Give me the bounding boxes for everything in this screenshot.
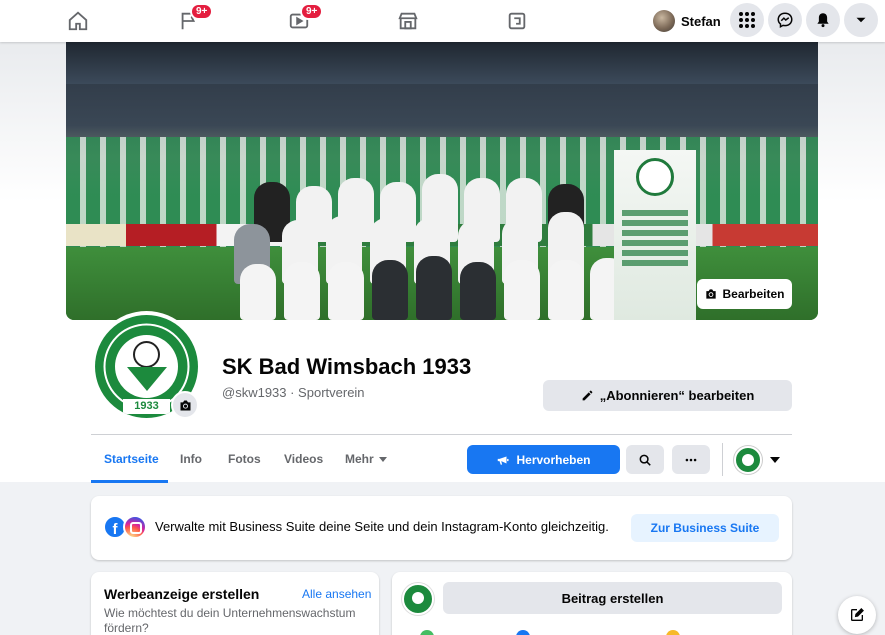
tab-info[interactable]: Info xyxy=(180,452,202,466)
feeling-icon[interactable] xyxy=(666,630,680,635)
edit-follow-label: „Abonnieren“ bearbeiten xyxy=(599,388,755,403)
pencil-icon xyxy=(582,390,593,401)
football-icon xyxy=(133,341,160,368)
tab-photos[interactable]: Fotos xyxy=(228,452,261,466)
more-dots-icon xyxy=(685,458,697,461)
menu-grid-icon[interactable] xyxy=(730,3,764,37)
search-page-button[interactable] xyxy=(626,445,664,474)
notification-badge: 9+ xyxy=(190,3,214,20)
tab-home[interactable]: Startseite xyxy=(104,452,159,466)
more-options-button[interactable] xyxy=(672,445,710,474)
club-logo xyxy=(636,158,674,196)
marketplace-icon[interactable] xyxy=(395,8,421,34)
stadium-roof xyxy=(66,42,818,84)
search-icon xyxy=(639,454,651,466)
gaming-icon[interactable] xyxy=(504,8,530,34)
tab-more-label: Mehr xyxy=(345,452,374,466)
actions-divider xyxy=(722,443,723,476)
business-suite-banner: f Verwalte mit Business Suite deine Seit… xyxy=(91,496,792,560)
edit-follow-button[interactable]: „Abonnieren“ bearbeiten xyxy=(543,380,792,411)
photo-icon[interactable] xyxy=(420,630,434,635)
camera-icon xyxy=(706,289,717,299)
new-message-button[interactable] xyxy=(838,596,876,634)
switch-profile-dropdown[interactable] xyxy=(734,444,786,475)
compose-icon xyxy=(851,608,864,621)
page-avatar xyxy=(402,583,434,615)
club-rollup-banner xyxy=(614,150,696,320)
tab-videos[interactable]: Videos xyxy=(284,452,323,466)
create-post-card: Beitrag erstellen xyxy=(392,572,792,635)
crest-year: 1933 xyxy=(123,399,170,414)
caret-down-icon xyxy=(770,456,780,463)
profile-shortcut[interactable]: Stefan xyxy=(650,6,727,36)
watch-video-icon[interactable]: 9+ xyxy=(286,3,324,34)
update-profile-picture-button[interactable] xyxy=(171,391,199,419)
create-ad-card: Werbeanzeige erstellen Alle ansehen Wie … xyxy=(91,572,379,635)
header-divider xyxy=(91,434,792,435)
profile-name: Stefan xyxy=(681,13,721,29)
create-ad-title: Werbeanzeige erstellen xyxy=(104,586,260,602)
business-suite-button[interactable]: Zur Business Suite xyxy=(631,514,779,542)
caret-down-icon xyxy=(378,457,387,463)
notifications-bell-icon[interactable] xyxy=(806,3,840,37)
page-username-category: @skw1933 · Sportverein xyxy=(222,385,365,400)
create-ad-description: Wie möchtest du dein Unternehmenswachstu… xyxy=(104,606,356,635)
top-navigation-bar: 9+ 9+ Stefan xyxy=(0,0,885,42)
promote-label: Hervorheben xyxy=(516,452,591,467)
edit-cover-label: Bearbeiten xyxy=(722,287,785,301)
active-tab-indicator xyxy=(91,480,168,483)
edit-cover-button[interactable]: Bearbeiten xyxy=(697,279,792,309)
promote-button[interactable]: Hervorheben xyxy=(467,445,620,474)
create-post-button[interactable]: Beitrag erstellen xyxy=(443,582,782,614)
messenger-icon[interactable] xyxy=(768,3,802,37)
tab-more[interactable]: Mehr xyxy=(345,452,387,466)
account-dropdown-icon[interactable] xyxy=(844,3,878,37)
home-icon[interactable] xyxy=(65,8,91,34)
business-suite-text: Verwalte mit Business Suite deine Seite … xyxy=(155,519,609,534)
page-title: SK Bad Wimsbach 1933 xyxy=(222,354,472,379)
instagram-icon xyxy=(123,515,147,539)
pages-flag-icon[interactable]: 9+ xyxy=(176,3,214,34)
messenger-icon[interactable] xyxy=(516,630,530,635)
camera-icon xyxy=(180,400,190,410)
notification-badge: 9+ xyxy=(300,3,324,20)
page-avatar xyxy=(734,445,762,474)
avatar xyxy=(653,10,675,32)
see-all-link[interactable]: Alle ansehen xyxy=(302,587,371,601)
megaphone-icon xyxy=(498,456,510,465)
